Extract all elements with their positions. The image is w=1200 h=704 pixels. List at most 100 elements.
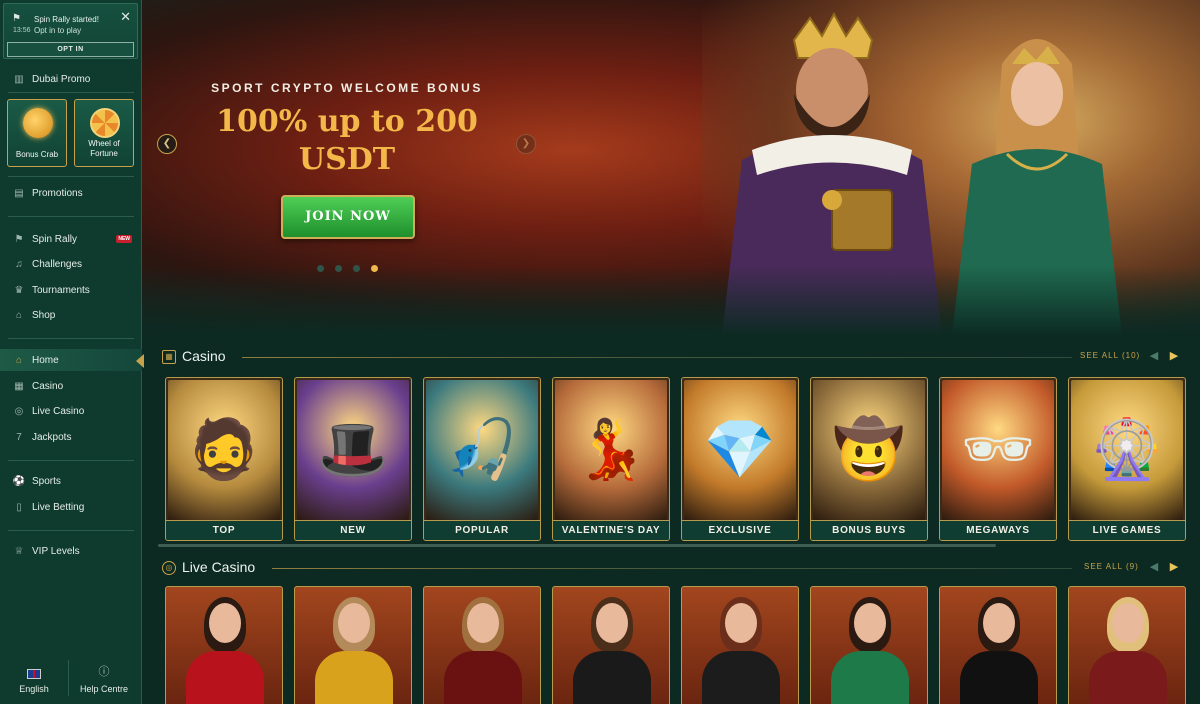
help-centre-link[interactable]: ⓘ Help Centre [77,663,131,694]
casino-category-card[interactable]: 🎡 LIVE GAMES [1068,377,1186,541]
live-dealer-card[interactable] [294,586,412,704]
dealer-outfit [960,651,1038,704]
live-casino-prev-icon[interactable]: ◀ [1148,561,1160,573]
casino-scrollbar[interactable] [158,544,996,547]
sidebar-item-sports[interactable]: ⚽ Sports [0,470,142,492]
live-dealer-card[interactable] [165,586,283,704]
category-label: NEW [295,520,411,540]
category-artwork: 🎡 [1071,380,1183,520]
slide-dot[interactable] [317,265,324,272]
hero-fade [142,266,1200,336]
language-selector[interactable]: English [18,669,50,694]
casino-category-card[interactable]: 💃 VALENTINE'S DAY [552,377,670,541]
category-label: MEGAWAYS [940,520,1056,540]
dealer-outfit [186,651,264,704]
category-artwork: 🎣 [426,380,538,520]
live-dealer-card[interactable] [810,586,928,704]
uk-flag-icon [27,669,41,679]
sidebar-item-shop[interactable]: ⌂ Shop [0,304,142,326]
sidebar-item-challenges[interactable]: ♫ Challenges [0,253,142,275]
hero-kicker: SPORT CRYPTO WELCOME BONUS [211,81,483,95]
hero-next-arrow-icon[interactable]: ❯ [516,134,536,154]
category-label: VALENTINE'S DAY [553,520,669,540]
live-dealer-card[interactable] [423,586,541,704]
app-root: ⚑ 13:56 Spin Rally started! Opt in to pl… [0,0,1200,704]
sidebar: ⚑ 13:56 Spin Rally started! Opt in to pl… [0,0,144,704]
slide-indicators [317,265,378,272]
crown-icon: ♕ [14,545,24,557]
close-icon[interactable]: ✕ [120,9,131,25]
sidebar-item-label: Jackpots [32,431,72,443]
sidebar-item-dubai-promo[interactable]: ▥ Dubai Promo [0,68,142,90]
divider [8,530,134,531]
category-artwork: 💃 [555,380,667,520]
live-dealer-card[interactable] [939,586,1057,704]
casino-category-card[interactable]: 🎣 POPULAR [423,377,541,541]
divider [8,176,134,177]
casino-icon: ▦ [162,350,176,364]
dealer-face [467,603,499,643]
slide-dot[interactable] [335,265,342,272]
sidebar-item-label: Live Betting [32,501,85,513]
sidebar-item-promotions[interactable]: ▤ Promotions [0,182,142,204]
opt-in-button[interactable]: OPT IN [7,42,134,57]
sidebar-footer: English ⓘ Help Centre [0,654,142,704]
bell-icon: ♫ [15,258,23,270]
hero-prev-arrow-icon[interactable]: ❮ [157,134,177,154]
casino-category-card[interactable]: 🧔 TOP [165,377,283,541]
casino-icon: ▦ [14,380,24,392]
casino-see-all-link[interactable]: SEE ALL (10) [1080,351,1140,360]
building-icon: ▥ [14,73,24,85]
new-badge: NEW [116,235,132,243]
flag-icon: ⚑ [12,13,21,24]
shop-icon: ⌂ [15,309,23,321]
sidebar-item-label: Sports [32,475,61,487]
sidebar-item-tournaments[interactable]: ♛ Tournaments [0,279,142,301]
help-centre-label: Help Centre [79,684,129,694]
live-dealer-card[interactable] [552,586,670,704]
sidebar-item-vip-levels[interactable]: ♕ VIP Levels [0,540,142,562]
bonus-crab-tile[interactable]: Bonus Crab [7,99,67,167]
live-casino-next-icon[interactable]: ▶ [1168,561,1180,573]
casino-category-card[interactable]: 🤠 BONUS BUYS [810,377,928,541]
notification-toast: ⚑ 13:56 Spin Rally started! Opt in to pl… [3,3,138,59]
section-divider-line [242,357,1072,358]
live-casino-see-all-link[interactable]: SEE ALL (9) [1084,562,1139,571]
hero-headline-line2: USDT [298,142,396,177]
category-glyph: 🎣 [445,417,519,482]
casino-next-icon[interactable]: ▶ [1168,350,1180,362]
slide-dot-active[interactable] [371,265,378,272]
category-label: EXCLUSIVE [682,520,798,540]
sidebar-item-label: Home [32,354,59,366]
casino-category-card[interactable]: 💎 EXCLUSIVE [681,377,799,541]
sidebar-item-jackpots[interactable]: 7 Jackpots [0,426,142,448]
category-artwork: 💎 [684,380,796,520]
sidebar-item-home[interactable]: ⌂ Home [0,349,144,371]
active-indicator [136,354,144,368]
notification-time: 13:56 [13,27,31,34]
live-dealer-card[interactable] [681,586,799,704]
slide-dot[interactable] [353,265,360,272]
dealer-face [338,603,370,643]
wheel-of-fortune-tile[interactable]: Wheel of Fortune [74,99,134,167]
home-icon: ⌂ [15,354,23,366]
join-now-button[interactable]: JOIN NOW [281,195,415,239]
live-dealer-card[interactable] [1068,586,1186,704]
sidebar-item-live-betting[interactable]: ▯ Live Betting [0,496,142,518]
category-glyph: 🎩 [316,417,390,482]
sidebar-item-live-casino[interactable]: ◎ Live Casino [0,400,142,422]
casino-category-card[interactable]: 🕶 MEGAWAYS [939,377,1057,541]
live-casino-section-header: ◎ Live Casino SEE ALL (9) ◀ ▶ [162,559,1192,579]
divider [8,216,134,217]
gift-icon: ▤ [14,187,24,199]
category-glyph: 🕶 [961,417,1035,482]
casino-category-card[interactable]: 🎩 NEW [294,377,412,541]
divider [8,460,134,461]
casino-prev-icon[interactable]: ◀ [1148,350,1160,362]
casino-section-title: Casino [182,348,226,364]
help-icon: ⓘ [98,666,110,678]
sidebar-item-casino[interactable]: ▦ Casino [0,375,142,397]
sidebar-item-spin-rally[interactable]: ⚑ Spin Rally NEW [0,228,142,250]
dealer-outfit [573,651,651,704]
sidebar-item-label: VIP Levels [32,545,80,557]
